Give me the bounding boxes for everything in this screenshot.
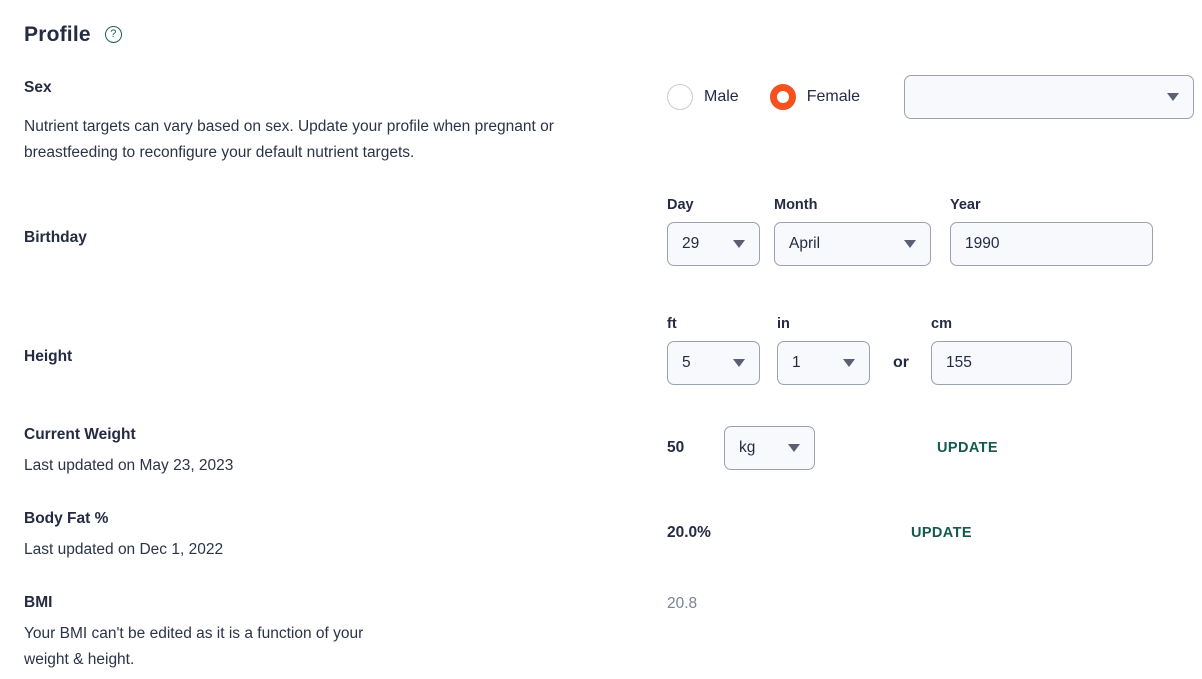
page-header: Profile ? (24, 24, 122, 45)
chevron-down-icon (843, 359, 855, 367)
height-left-column: Height (24, 347, 624, 367)
birthday-label: Birthday (24, 229, 87, 246)
birthday-day-select[interactable]: 29 (667, 222, 760, 266)
body-fat-left-column: Body Fat % Last updated on Dec 1, 2022 (24, 509, 624, 563)
birthday-month-select[interactable]: April (774, 222, 931, 266)
height-ft-select[interactable]: 5 (667, 341, 760, 385)
height-or-label: or (893, 354, 909, 371)
height-in-select[interactable]: 1 (777, 341, 870, 385)
sex-description: Nutrient targets can vary based on sex. … (24, 118, 554, 161)
help-circle-icon[interactable]: ? (104, 26, 122, 43)
body-fat-label: Body Fat % (24, 510, 109, 527)
chevron-down-icon (733, 359, 745, 367)
bmi-label: BMI (24, 594, 53, 611)
birthday-controls: Day 29 Month April Year 1990 (667, 196, 1153, 266)
sex-controls: Male Female (667, 75, 1195, 119)
sex-radio-female-label: Female (806, 88, 861, 105)
height-cm-sublabel: cm (931, 316, 952, 332)
current-weight-unit-select[interactable]: kg (724, 426, 815, 470)
height-ft-sublabel: ft (667, 316, 677, 332)
body-fat-value: 20.0% (667, 524, 711, 541)
height-in-sublabel: in (777, 316, 790, 332)
page-title: Profile (24, 23, 91, 46)
birthday-year-input[interactable]: 1990 (950, 222, 1153, 266)
height-label: Height (24, 348, 73, 365)
chevron-down-icon (733, 240, 745, 248)
radio-checked-icon[interactable] (769, 84, 796, 110)
birthday-day-sublabel: Day (667, 197, 694, 213)
height-in-value: 1 (792, 354, 801, 372)
birthday-year-field: Year 1990 (950, 196, 1153, 266)
current-weight-update-button[interactable]: UPDATE (937, 441, 998, 456)
height-separator: or (893, 315, 909, 385)
profile-page: Profile ? Sex Nutrient targets can vary … (0, 0, 1202, 679)
current-weight-left-column: Current Weight Last updated on May 23, 2… (24, 425, 624, 479)
height-in-field: in 1 (777, 315, 870, 385)
height-controls: ft 5 in 1 or cm 155 (667, 315, 1072, 385)
pregnancy-status-select[interactable] (904, 75, 1195, 119)
current-weight-controls: 50 kg UPDATE (667, 426, 998, 470)
birthday-day-field: Day 29 (667, 196, 760, 266)
bmi-value: 20.8 (667, 595, 698, 612)
birthday-day-value: 29 (682, 235, 700, 253)
height-cm-value: 155 (946, 354, 972, 372)
sex-radio-male[interactable]: Male (667, 84, 739, 110)
birthday-left-column: Birthday (24, 228, 624, 248)
sex-left-column: Sex Nutrient targets can vary based on s… (24, 78, 624, 166)
chevron-down-icon (1167, 93, 1180, 101)
height-ft-field: ft 5 (667, 315, 760, 385)
height-cm-input[interactable]: 155 (931, 341, 1072, 385)
bmi-description: Your BMI can't be edited as it is a func… (24, 625, 364, 668)
height-ft-value: 5 (682, 354, 691, 372)
chevron-down-icon (788, 444, 800, 452)
sex-radio-group: Male Female (667, 84, 860, 110)
body-fat-controls: 20.0% UPDATE (667, 525, 972, 541)
chevron-down-icon (904, 240, 916, 248)
bmi-controls: 20.8 (667, 595, 697, 613)
current-weight-unit-value: kg (739, 439, 756, 457)
birthday-month-sublabel: Month (774, 197, 818, 213)
sex-label: Sex (24, 79, 52, 96)
sex-radio-female[interactable]: Female (769, 84, 861, 110)
birthday-year-sublabel: Year (950, 197, 981, 213)
height-cm-field: cm 155 (931, 315, 1072, 385)
body-fat-updated: Last updated on Dec 1, 2022 (24, 541, 224, 558)
current-weight-value: 50 (667, 439, 685, 457)
bmi-left-column: BMI Your BMI can't be edited as it is a … (24, 593, 624, 673)
radio-unchecked-icon[interactable] (667, 84, 693, 110)
current-weight-updated: Last updated on May 23, 2023 (24, 457, 234, 474)
body-fat-update-button[interactable]: UPDATE (911, 525, 972, 541)
current-weight-label: Current Weight (24, 426, 136, 443)
birthday-month-field: Month April (774, 196, 931, 266)
birthday-month-value: April (789, 235, 821, 253)
sex-radio-male-label: Male (704, 88, 739, 105)
birthday-year-value: 1990 (965, 235, 1000, 253)
